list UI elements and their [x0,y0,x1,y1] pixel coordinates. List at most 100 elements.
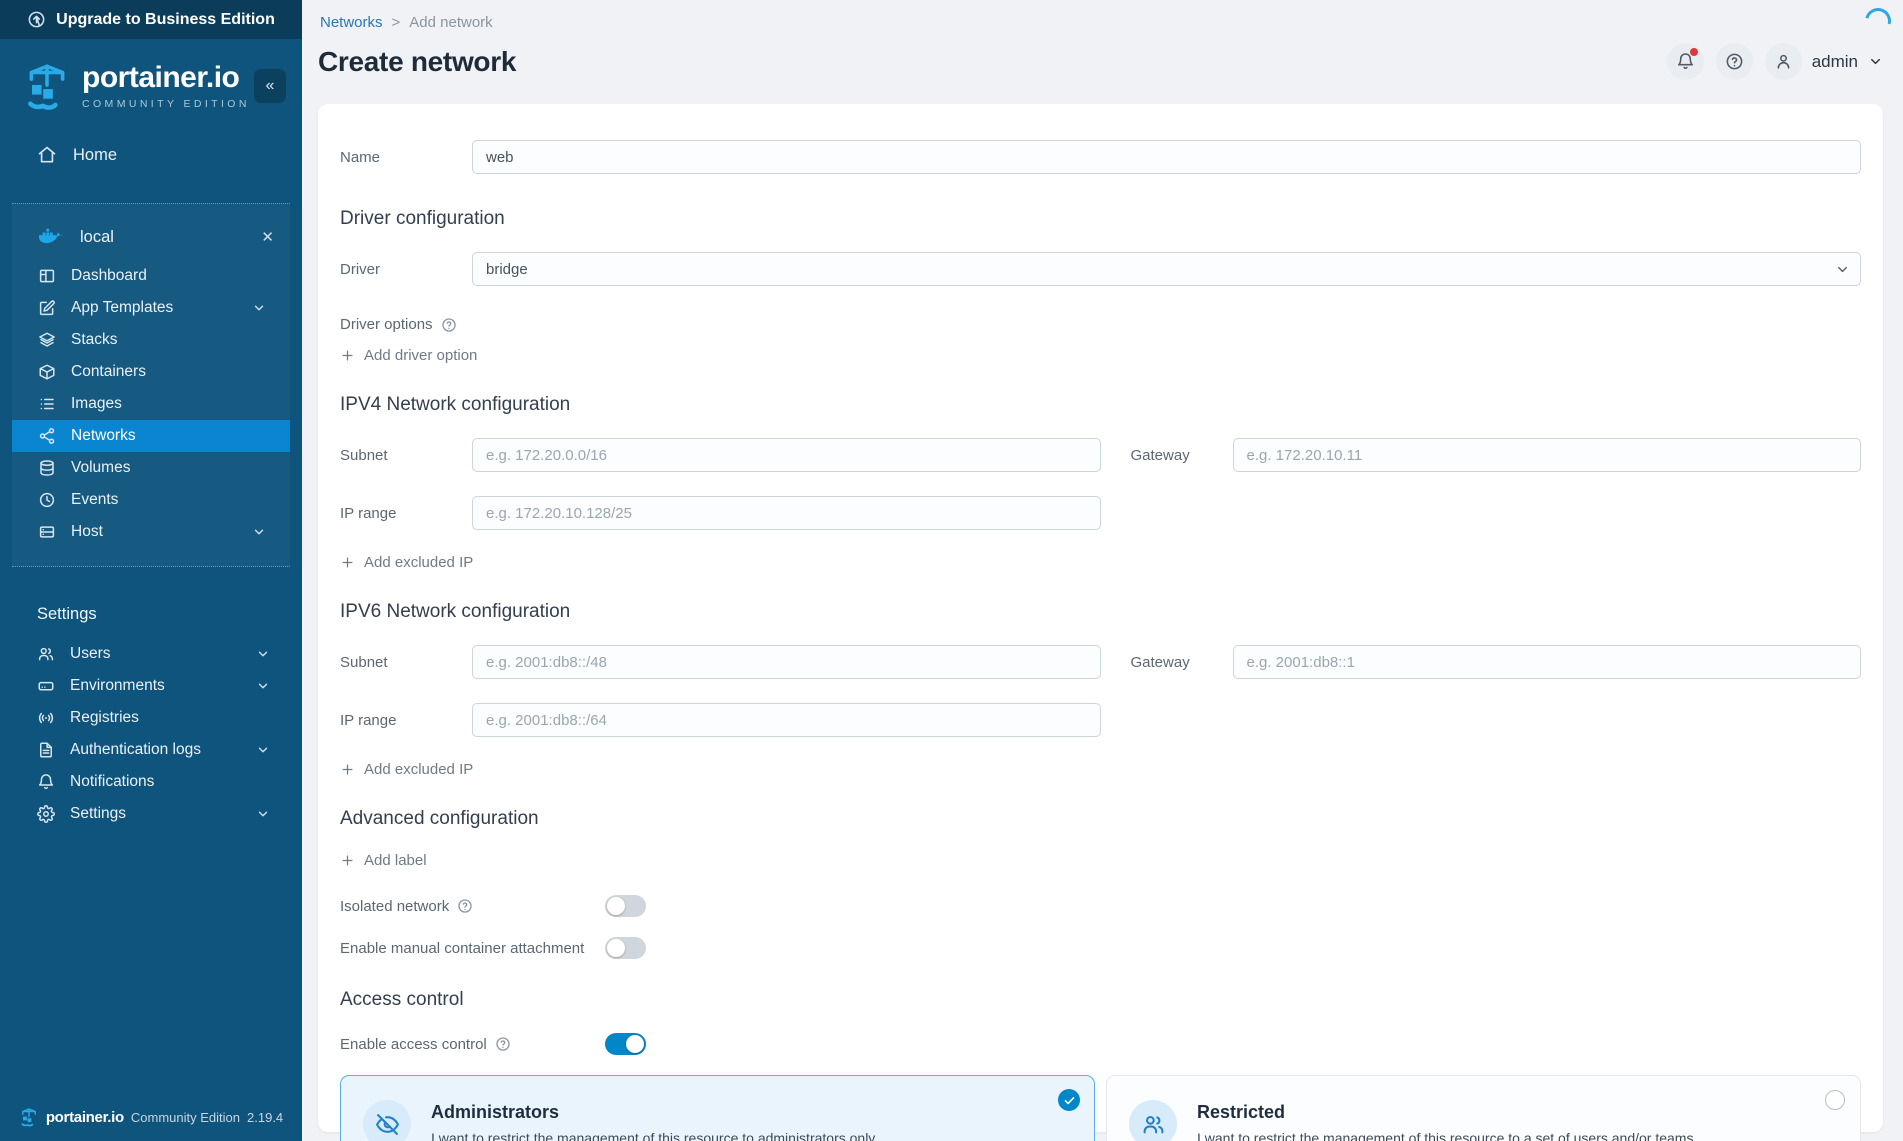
users-icon [1143,1115,1163,1133]
ipv4-heading: IPV4 Network configuration [340,394,571,415]
loading-spinner [1860,3,1896,39]
sidebar-item-label: Events [71,491,119,508]
ipv6-iprange-input[interactable] [472,703,1101,737]
access-control-heading: Access control [340,989,464,1010]
ipv4-add-excluded-ip-link[interactable]: Add excluded IP [340,554,473,571]
restricted-description: I want to restrict the management of thi… [1197,1130,1694,1141]
sidebar-item-environments[interactable]: Environments [0,670,302,702]
docker-whale-icon [38,228,63,244]
registries-icon [38,712,54,724]
stacks-icon [39,332,55,347]
plus-icon [342,764,353,775]
sidebar-item-host[interactable]: Host [12,516,290,548]
chevron-down-icon [1838,266,1847,272]
user-icon [1777,54,1790,69]
isolated-network-label: Isolated network [340,897,450,915]
enable-access-control-toggle[interactable] [605,1033,646,1055]
portainer-logo-icon [21,1108,36,1127]
help-icon [1726,53,1743,70]
upgrade-banner[interactable]: Upgrade to Business Edition [0,0,302,39]
sidebar-item-dashboard[interactable]: Dashboard [12,260,290,292]
sidebar-item-registries[interactable]: Registries [0,702,302,734]
help-circle-icon[interactable] [457,898,473,914]
sidebar-item-stacks[interactable]: Stacks [12,324,290,356]
driver-selected-value: bridge [486,260,528,278]
sidebar-item-authentication-logs[interactable]: Authentication logs [0,734,302,766]
images-icon [40,398,54,410]
eye-off-icon [375,1113,399,1135]
ipv4-subnet-label: Subnet [340,446,388,464]
footer-version: 2.19.4 [247,1109,284,1125]
chevron-down-icon [258,683,268,689]
ipv4-subnet-input[interactable] [472,438,1101,472]
sidebar-item-label: Settings [70,805,127,822]
sidebar-item-notifications[interactable]: Notifications [0,766,302,798]
enable-access-control-label: Enable access control [340,1035,487,1053]
sidebar-item-containers[interactable]: Containers [12,356,290,388]
sidebar-collapse-button[interactable]: « [254,69,286,103]
sidebar-item-label: Host [71,523,103,540]
breadcrumb-link-networks[interactable]: Networks [320,14,383,31]
footer-brand: portainer.io [45,1108,124,1126]
sidebar-item-volumes[interactable]: Volumes [12,452,290,484]
portainer-logo-icon [22,61,72,111]
driver-label: Driver [340,260,380,278]
ipv6-subnet-label: Subnet [340,653,388,671]
restricted-icon-circle [1129,1100,1177,1141]
sidebar-item-label: Notifications [70,773,155,790]
add-label-link[interactable]: Add label [340,852,427,869]
sidebar-item-app-templates[interactable]: App Templates [12,292,290,324]
sidebar: Upgrade to Business Edition portainer.io… [0,0,302,1141]
name-label: Name [340,148,381,166]
ipv4-iprange-label: IP range [340,504,397,522]
user-menu[interactable]: admin [1764,43,1883,80]
plus-icon [342,557,353,568]
ipv4-gateway-input[interactable] [1232,438,1861,472]
breadcrumb: Networks > Add network [318,14,1883,31]
ipv6-gateway-input[interactable] [1232,645,1861,679]
add-label-label: Add label [364,852,427,869]
manual-attachment-label: Enable manual container attachment [340,939,585,957]
access-option-restricted[interactable]: Restricted I want to restrict the manage… [1106,1075,1861,1141]
selected-check-icon [1058,1089,1080,1111]
ipv6-add-excluded-ip-link[interactable]: Add excluded IP [340,761,473,778]
restricted-radio[interactable] [1825,1090,1845,1110]
sidebar-item-users[interactable]: Users [0,638,302,670]
sidebar-item-home[interactable]: Home [0,135,302,175]
ipv6-subnet-input[interactable] [472,645,1101,679]
user-name: admin [1811,51,1858,71]
auth-logs-icon [40,742,52,758]
settings-icon [37,805,55,823]
help-circle-icon[interactable] [441,317,457,333]
add-driver-option-label: Add driver option [364,347,478,364]
user-avatar [1764,43,1802,80]
sidebar-item-images[interactable]: Images [12,388,290,420]
chevron-down-icon [1871,58,1880,65]
sidebar-item-label: Volumes [71,459,131,476]
environment-block: local ✕ Dashboard App Templates Stacks C… [12,203,290,567]
environment-header[interactable]: local ✕ [12,214,290,260]
ipv4-iprange-input[interactable] [472,496,1101,530]
driver-select[interactable]: bridge [472,252,1861,286]
notifications-button[interactable] [1666,43,1704,80]
help-circle-icon[interactable] [495,1036,511,1052]
access-option-administrators[interactable]: Administrators I want to restrict the ma… [340,1075,1095,1141]
name-input[interactable] [472,140,1861,174]
add-driver-option-link[interactable]: Add driver option [340,347,477,364]
environment-close-icon[interactable]: ✕ [261,230,274,245]
help-button[interactable] [1715,43,1753,80]
events-icon [39,492,55,508]
driver-config-heading: Driver configuration [340,208,505,229]
restricted-title: Restricted [1197,1102,1286,1122]
sidebar-item-settings[interactable]: Settings [0,798,302,830]
settings-section-title: Settings [37,605,97,623]
sidebar-item-networks[interactable]: Networks [12,420,290,452]
manual-attachment-toggle[interactable] [605,937,646,959]
networks-icon [39,428,55,444]
isolated-network-toggle[interactable] [605,895,646,917]
upgrade-banner-label: Upgrade to Business Edition [56,10,275,28]
ipv6-gateway-label: Gateway [1130,653,1190,671]
sidebar-item-events[interactable]: Events [12,484,290,516]
sidebar-item-label: App Templates [71,299,174,316]
breadcrumb-current: Add network [409,14,493,31]
